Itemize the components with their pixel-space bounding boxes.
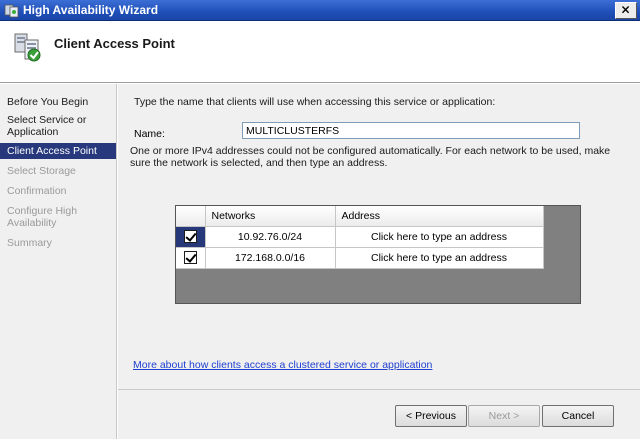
network-checkbox[interactable]	[183, 251, 197, 264]
cluster-server-icon	[14, 33, 41, 62]
close-icon	[621, 6, 630, 14]
table-row: 10.92.76.0/24 Click here to type an addr…	[176, 226, 544, 248]
nav-step-client-access-point[interactable]: Client Access Point	[0, 143, 116, 159]
network-grid: Networks Address 10.92.76.0/24 Click her…	[175, 205, 581, 304]
grid-header-networks[interactable]: Networks	[205, 206, 336, 227]
network-cell: 172.168.0.0/16	[205, 247, 336, 269]
grid-header-address[interactable]: Address	[335, 206, 544, 227]
nav-step-before-you-begin[interactable]: Before You Begin	[0, 94, 116, 110]
close-button[interactable]	[615, 2, 637, 19]
wizard-step-nav: Before You Begin Select Service or Appli…	[0, 84, 117, 439]
nav-step-select-storage: Select Storage	[7, 165, 76, 177]
intro-text: Type the name that clients will use when…	[134, 96, 496, 108]
title-bar: High Availability Wizard	[0, 0, 640, 21]
nav-step-confirmation: Confirmation	[7, 185, 67, 197]
grid-header-row: Networks Address	[176, 206, 544, 227]
name-input[interactable]	[242, 122, 580, 139]
previous-button[interactable]: < Previous	[395, 405, 467, 427]
row-select-cell[interactable]	[176, 247, 206, 269]
wizard-footer: < Previous Next > Cancel	[118, 389, 640, 439]
next-button: Next >	[468, 405, 540, 427]
wizard-content: Type the name that clients will use when…	[118, 84, 640, 389]
grid-header-select	[176, 206, 206, 227]
address-cell[interactable]: Click here to type an address	[335, 247, 544, 269]
help-link[interactable]: More about how clients access a clustere…	[133, 359, 432, 371]
wizard-header: Client Access Point	[0, 21, 640, 83]
address-cell[interactable]: Click here to type an address	[335, 226, 544, 248]
nav-step-summary: Summary	[7, 237, 52, 249]
row-select-cell[interactable]	[176, 226, 206, 248]
cancel-button[interactable]: Cancel	[542, 405, 614, 427]
window-title: High Availability Wizard	[23, 3, 159, 17]
wizard-app-icon	[4, 4, 19, 18]
network-cell: 10.92.76.0/24	[205, 226, 336, 248]
nav-step-configure-high-availability: Configure High Availability	[7, 205, 78, 229]
page-title: Client Access Point	[54, 36, 175, 51]
ipv4-note: One or more IPv4 addresses could not be …	[130, 145, 611, 169]
nav-step-select-service[interactable]: Select Service or Application	[0, 110, 116, 140]
name-label: Name:	[134, 128, 165, 140]
network-checkbox[interactable]	[183, 230, 197, 243]
table-row: 172.168.0.0/16 Click here to type an add…	[176, 247, 544, 269]
